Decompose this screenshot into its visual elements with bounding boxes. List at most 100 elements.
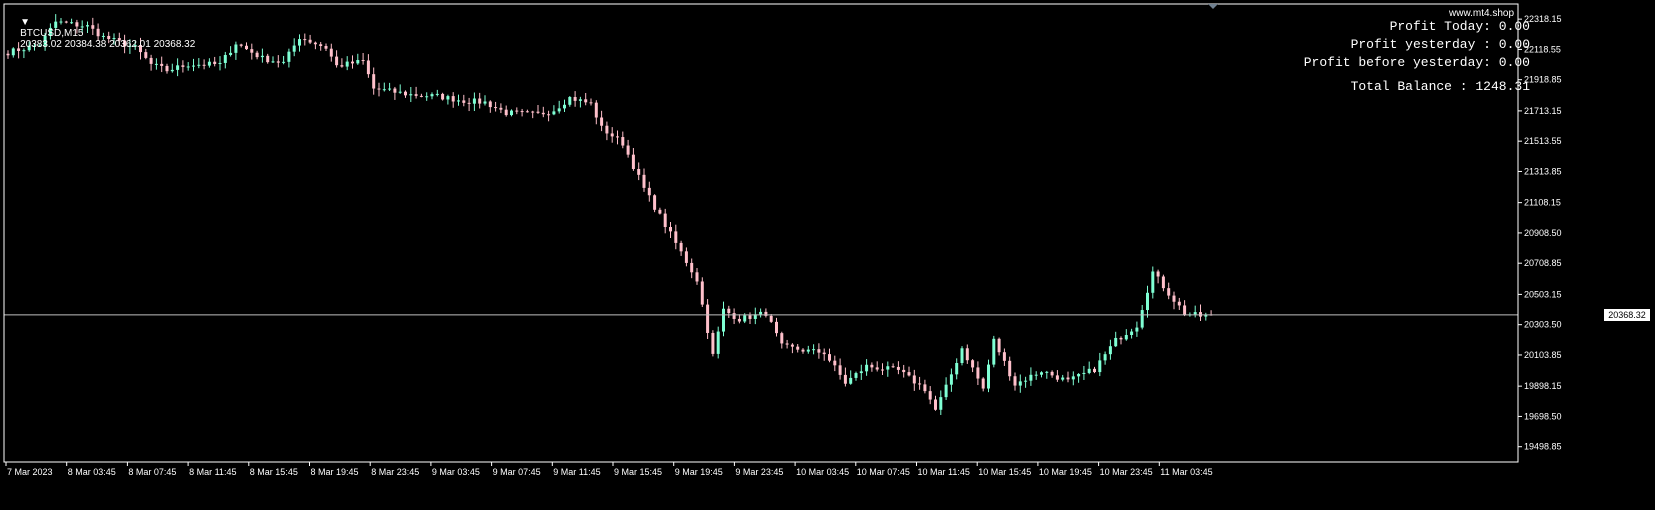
x-tick-label: 10 Mar 19:45 bbox=[1039, 467, 1092, 477]
candle-body bbox=[605, 125, 609, 134]
candle bbox=[684, 247, 688, 267]
candle-body bbox=[1093, 368, 1096, 373]
candle bbox=[541, 106, 545, 118]
candle bbox=[340, 58, 344, 68]
candle-body bbox=[266, 55, 270, 63]
candle bbox=[303, 33, 307, 46]
x-tick-label: 8 Mar 19:45 bbox=[311, 467, 359, 477]
candle bbox=[547, 110, 551, 122]
candle-body bbox=[1199, 312, 1202, 317]
candle-body bbox=[1108, 346, 1112, 355]
candle bbox=[510, 109, 513, 117]
candle bbox=[483, 95, 487, 106]
candle bbox=[1040, 371, 1043, 378]
candle bbox=[1167, 282, 1171, 300]
candle bbox=[1199, 304, 1202, 322]
candle-body bbox=[732, 313, 736, 319]
candle bbox=[324, 43, 328, 51]
candle-body bbox=[859, 371, 863, 374]
candle bbox=[785, 339, 789, 349]
candle bbox=[525, 109, 529, 113]
candle bbox=[515, 107, 519, 115]
candle bbox=[859, 364, 863, 380]
candle bbox=[722, 301, 725, 337]
candle bbox=[1045, 370, 1049, 379]
candlestick-chart[interactable]: 22318.1522118.5521918.8521713.1521513.55… bbox=[0, 0, 1655, 510]
candle-body bbox=[388, 88, 392, 90]
candle-body bbox=[303, 39, 307, 41]
y-tick-label: 21313.85 bbox=[1524, 166, 1562, 176]
candle-body bbox=[245, 45, 248, 50]
candle bbox=[875, 361, 879, 372]
x-tick-label: 8 Mar 03:45 bbox=[68, 467, 116, 477]
candle bbox=[457, 94, 460, 106]
candle-body bbox=[202, 64, 206, 66]
candle-body bbox=[472, 98, 476, 104]
candle bbox=[345, 56, 349, 71]
candle-body bbox=[1040, 372, 1043, 375]
candle bbox=[488, 100, 492, 113]
x-tick-label: 8 Mar 07:45 bbox=[128, 467, 176, 477]
candle bbox=[266, 53, 270, 64]
candle-body bbox=[616, 136, 619, 138]
candle-body bbox=[658, 209, 662, 214]
candle bbox=[578, 96, 582, 108]
candle-body bbox=[356, 60, 360, 64]
candle-body bbox=[626, 145, 630, 155]
candle bbox=[918, 376, 922, 390]
candle bbox=[552, 105, 556, 116]
candle bbox=[843, 367, 847, 387]
candle-body bbox=[499, 107, 503, 110]
candle-body bbox=[525, 111, 529, 113]
candle-body bbox=[276, 61, 280, 63]
candle-body bbox=[541, 112, 545, 115]
candle-body bbox=[207, 61, 211, 66]
candle-body bbox=[531, 111, 535, 113]
candle-body bbox=[981, 378, 985, 389]
candle bbox=[896, 361, 900, 375]
candle bbox=[1146, 285, 1149, 318]
total-balance: Total Balance : 1248.31 bbox=[1350, 79, 1530, 94]
candle-body bbox=[1161, 276, 1165, 289]
candle-body bbox=[1140, 310, 1144, 328]
candle-body bbox=[186, 66, 190, 68]
x-tick-label: 8 Mar 23:45 bbox=[371, 467, 419, 477]
candle-body bbox=[1135, 327, 1139, 332]
candle-body bbox=[483, 101, 487, 104]
candle-body bbox=[430, 94, 434, 97]
candle-body bbox=[160, 63, 164, 66]
candle bbox=[865, 359, 869, 376]
candle-body bbox=[902, 369, 906, 373]
candle bbox=[690, 258, 694, 279]
candle-body bbox=[154, 63, 158, 65]
chart-window[interactable]: 22318.15 22118.55 21918.85 21713.15 21513.55… bbox=[0, 0, 1655, 510]
symbol-header[interactable]: ▼ BTCUSD,M15 20383.02 20384.38 20362.01 … bbox=[9, 6, 195, 61]
candle bbox=[891, 363, 895, 368]
candle-body bbox=[838, 365, 842, 375]
candle bbox=[764, 308, 768, 318]
candle bbox=[229, 46, 233, 57]
candle-body bbox=[462, 100, 466, 103]
candle-body bbox=[992, 338, 996, 365]
candle bbox=[828, 348, 831, 363]
candle bbox=[981, 377, 985, 392]
candle-body bbox=[393, 88, 397, 93]
candle-body bbox=[414, 94, 418, 96]
candle-body bbox=[382, 89, 386, 91]
candle-body bbox=[934, 399, 937, 410]
candle-body bbox=[239, 44, 243, 46]
candle bbox=[573, 91, 577, 107]
candle bbox=[568, 96, 572, 107]
candle-body bbox=[1013, 376, 1017, 386]
x-tick-label: 9 Mar 03:45 bbox=[432, 467, 480, 477]
x-tick-label: 10 Mar 03:45 bbox=[796, 467, 849, 477]
candle bbox=[361, 53, 365, 65]
candle bbox=[1130, 328, 1134, 339]
candle-body bbox=[1183, 305, 1187, 315]
candle-body bbox=[404, 91, 407, 96]
chart-shift-marker-icon[interactable] bbox=[1208, 4, 1218, 9]
candle bbox=[1103, 351, 1107, 365]
axes-layer bbox=[3, 3, 1519, 463]
candle bbox=[419, 93, 423, 98]
collapse-triangle-icon[interactable]: ▼ bbox=[20, 17, 30, 28]
